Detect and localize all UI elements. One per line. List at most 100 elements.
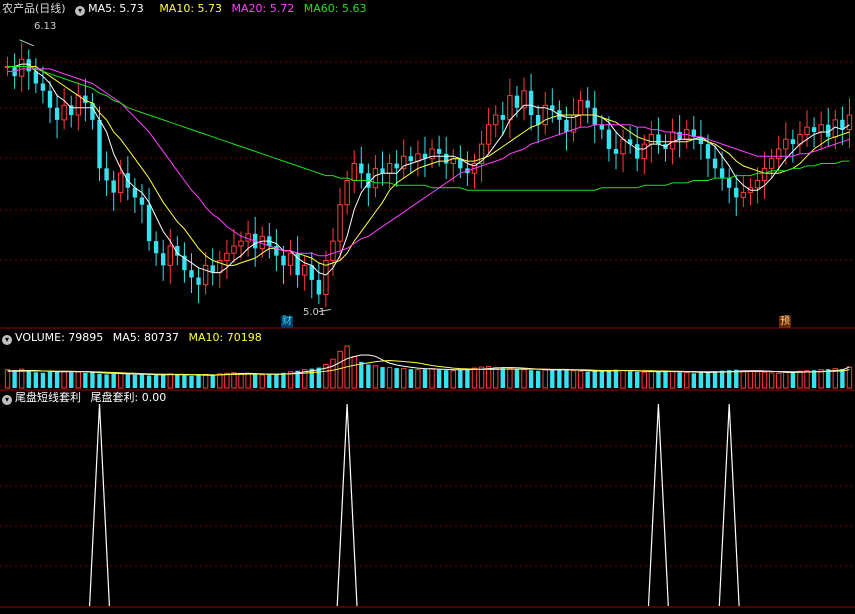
volume-bar-up: [238, 372, 244, 389]
volume-bar-up: [224, 372, 230, 389]
volume-bar-up: [620, 370, 626, 389]
volume-bar-down: [40, 372, 46, 388]
volume-bar-down: [599, 370, 605, 388]
ma10-legend: MA10: 5.73: [159, 2, 223, 15]
volume-bar-up: [747, 370, 754, 389]
candle-down: [811, 127, 817, 132]
candle-down: [189, 270, 194, 278]
candle-down: [146, 204, 152, 242]
volume-bar-up: [641, 371, 647, 389]
volume-bar-down: [465, 369, 470, 388]
candle-down: [97, 119, 102, 169]
candle-up: [61, 104, 67, 121]
volume-bar-up: [450, 370, 456, 389]
volume-bar-up: [4, 369, 11, 389]
candle-up: [761, 167, 768, 181]
candle-up: [351, 163, 357, 181]
candle-down: [153, 241, 159, 254]
volume-bar-up: [478, 366, 485, 389]
volume-bar-up: [75, 371, 81, 389]
volume-bar-down: [47, 371, 53, 388]
volume-bar-down: [656, 371, 661, 388]
candle-down: [33, 71, 39, 84]
candle-down: [54, 107, 60, 120]
candle-down: [47, 90, 53, 108]
volume-bar-down: [790, 371, 796, 388]
candle-up: [804, 126, 810, 135]
candle-down: [719, 168, 725, 179]
candle-up: [245, 233, 251, 242]
dropdown-icon[interactable]: ▾: [75, 6, 86, 16]
volume-bar-down: [309, 368, 314, 388]
candle-up: [846, 114, 853, 131]
candle-up: [259, 235, 265, 249]
volume-bar-down: [550, 369, 555, 388]
volume-bar-up: [669, 371, 676, 389]
volume-bar-down: [557, 369, 562, 388]
event-tag-financial[interactable]: 财: [281, 316, 293, 328]
volume-bar-down: [182, 375, 187, 388]
volume-bar-down: [210, 374, 215, 388]
volume-bar-up: [231, 372, 237, 389]
volume-bar-down: [627, 371, 633, 388]
volume-bar-up: [202, 373, 209, 389]
volume-bar-down: [139, 374, 145, 388]
volume-bar-down: [104, 374, 109, 388]
volume-bar-up: [521, 369, 527, 389]
candle-up: [301, 264, 308, 276]
volume-bar-down: [592, 371, 597, 388]
event-tag-forecast[interactable]: 预: [779, 316, 791, 328]
volume-bar-down: [111, 373, 116, 388]
volume-bar-up: [18, 368, 25, 389]
candle-up: [18, 58, 25, 77]
signal-spike: [718, 403, 740, 607]
volume-bar-up: [386, 367, 393, 389]
dropdown-icon[interactable]: ▾: [2, 335, 12, 345]
candle-up: [740, 192, 747, 198]
candle-down: [705, 144, 711, 159]
volume-bar-down: [26, 370, 31, 388]
indicator-name[interactable]: 尾盘短线套利: [15, 391, 81, 404]
candle-down: [599, 124, 605, 130]
vol-ma5-legend: MA5: 80737: [112, 331, 179, 344]
volume-bar-down: [316, 367, 322, 388]
candle-down: [726, 178, 732, 188]
candle-down: [712, 158, 718, 169]
volume-bar-up: [818, 369, 824, 389]
chart-canvas: [0, 39, 855, 608]
volume-bar-down: [125, 374, 131, 388]
candle-up: [776, 148, 782, 160]
candle-down: [436, 148, 442, 154]
candle-up: [648, 133, 655, 145]
candle-up: [344, 179, 350, 206]
volume-bar-down: [691, 373, 697, 388]
dropdown-icon[interactable]: ▾: [2, 395, 12, 405]
volume-bar-down: [698, 372, 704, 388]
volume-bar-up: [351, 356, 357, 389]
candle-up: [330, 240, 336, 262]
signal-spike: [336, 403, 358, 607]
volume-bar-up: [648, 371, 655, 389]
main-legend: 农产品(日线) ▾ MA5: 5.73 MA10: 5.73 MA20: 5.72…: [2, 2, 372, 16]
volume-bar-down: [189, 375, 194, 388]
volume-value: VOLUME: 79895: [15, 331, 104, 344]
candle-up: [415, 153, 421, 162]
stock-name[interactable]: 农产品(日线): [2, 2, 66, 15]
volume-bar-down: [705, 371, 711, 388]
volume-bar-up: [330, 358, 336, 389]
candle-down: [160, 253, 166, 266]
volume-bar-up: [118, 372, 124, 389]
candle-up: [669, 131, 676, 150]
low-price-label: 5.01: [303, 307, 326, 318]
volume-bar-up: [61, 370, 67, 389]
candle-up: [641, 143, 647, 160]
volume-legend: ▾ VOLUME: 79895 MA5: 80737 MA10: 70198: [2, 331, 268, 345]
signal-value: 尾盘套利: 0.00: [90, 391, 167, 404]
volume-bar-down: [196, 374, 201, 388]
volume-bar-down: [535, 370, 541, 388]
candle-down: [528, 90, 534, 116]
volume-bar-down: [54, 370, 60, 388]
volume-bar-down: [422, 369, 428, 388]
volume-bar-down: [281, 372, 286, 388]
volume-bar-up: [783, 371, 789, 389]
